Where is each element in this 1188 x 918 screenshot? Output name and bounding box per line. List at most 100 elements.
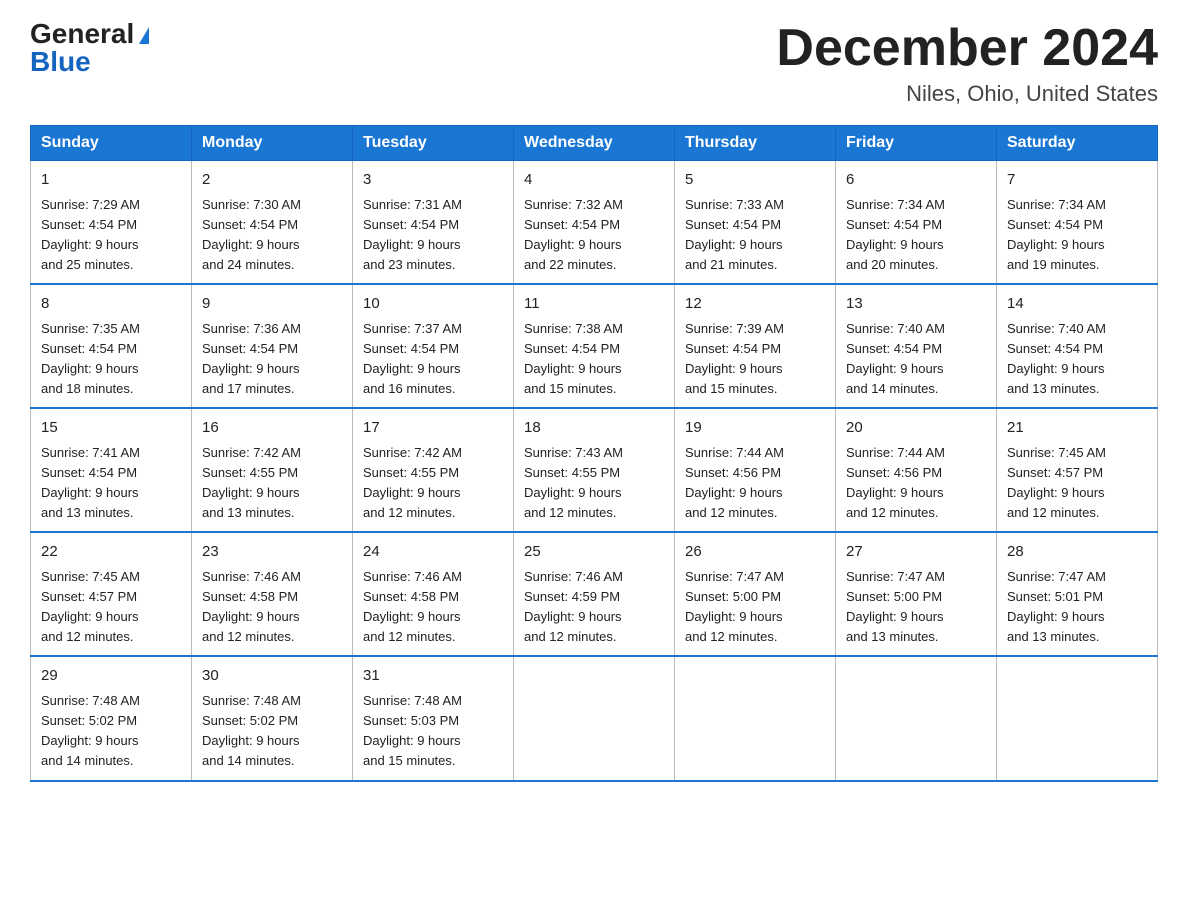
weekday-header-sunday: Sunday: [31, 126, 192, 161]
week-row-1: 1 Sunrise: 7:29 AMSunset: 4:54 PMDaylight…: [31, 161, 1158, 285]
week-row-4: 22 Sunrise: 7:45 AMSunset: 4:57 PMDayligh…: [31, 532, 1158, 656]
week-row-2: 8 Sunrise: 7:35 AMSunset: 4:54 PMDaylight…: [31, 284, 1158, 408]
day-cell-2: 2 Sunrise: 7:30 AMSunset: 4:54 PMDaylight…: [192, 161, 353, 285]
day-number: 2: [202, 169, 342, 192]
day-cell-28: 28 Sunrise: 7:47 AMSunset: 5:01 PMDayligh…: [997, 532, 1158, 656]
day-cell-27: 27Sunrise: 7:47 AMSunset: 5:00 PMDayligh…: [836, 532, 997, 656]
calendar-table: SundayMondayTuesdayWednesdayThursdayFrid…: [30, 125, 1158, 781]
day-cell-17: 17Sunrise: 7:42 AMSunset: 4:55 PMDayligh…: [353, 408, 514, 532]
day-info: Sunrise: 7:42 AMSunset: 4:55 PMDaylight:…: [202, 443, 342, 524]
day-cell-11: 11 Sunrise: 7:38 AMSunset: 4:54 PMDayligh…: [514, 284, 675, 408]
weekday-header-monday: Monday: [192, 126, 353, 161]
day-info: Sunrise: 7:45 AMSunset: 4:57 PMDaylight:…: [41, 567, 181, 648]
day-info: Sunrise: 7:48 AMSunset: 5:03 PMDaylight:…: [363, 691, 503, 772]
day-cell-31: 31 Sunrise: 7:48 AMSunset: 5:03 PMDayligh…: [353, 656, 514, 780]
day-info: Sunrise: 7:38 AMSunset: 4:54 PMDaylight:…: [524, 319, 664, 400]
day-number: 21: [1007, 417, 1147, 440]
day-info: Sunrise: 7:48 AMSunset: 5:02 PMDaylight:…: [41, 691, 181, 772]
day-cell-13: 13Sunrise: 7:40 AMSunset: 4:54 PMDayligh…: [836, 284, 997, 408]
day-cell-18: 18Sunrise: 7:43 AMSunset: 4:55 PMDayligh…: [514, 408, 675, 532]
day-info: Sunrise: 7:35 AMSunset: 4:54 PMDaylight:…: [41, 319, 181, 400]
day-info: Sunrise: 7:36 AMSunset: 4:54 PMDaylight:…: [202, 319, 342, 400]
location-title: Niles, Ohio, United States: [776, 81, 1158, 107]
day-info: Sunrise: 7:37 AMSunset: 4:54 PMDaylight:…: [363, 319, 503, 400]
day-info: Sunrise: 7:44 AMSunset: 4:56 PMDaylight:…: [685, 443, 825, 524]
day-cell-6: 6 Sunrise: 7:34 AMSunset: 4:54 PMDaylight…: [836, 161, 997, 285]
empty-cell: [997, 656, 1158, 780]
day-number: 8: [41, 293, 181, 316]
day-cell-10: 10 Sunrise: 7:37 AMSunset: 4:54 PMDayligh…: [353, 284, 514, 408]
day-info: Sunrise: 7:46 AMSunset: 4:58 PMDaylight:…: [363, 567, 503, 648]
day-number: 4: [524, 169, 664, 192]
day-cell-4: 4 Sunrise: 7:32 AMSunset: 4:54 PMDaylight…: [514, 161, 675, 285]
day-info: Sunrise: 7:32 AMSunset: 4:54 PMDaylight:…: [524, 195, 664, 276]
day-cell-14: 14Sunrise: 7:40 AMSunset: 4:54 PMDayligh…: [997, 284, 1158, 408]
day-cell-15: 15 Sunrise: 7:41 AMSunset: 4:54 PMDayligh…: [31, 408, 192, 532]
day-cell-22: 22 Sunrise: 7:45 AMSunset: 4:57 PMDayligh…: [31, 532, 192, 656]
empty-cell: [675, 656, 836, 780]
day-number: 9: [202, 293, 342, 316]
day-number: 31: [363, 665, 503, 688]
day-cell-3: 3 Sunrise: 7:31 AMSunset: 4:54 PMDaylight…: [353, 161, 514, 285]
day-number: 5: [685, 169, 825, 192]
day-number: 29: [41, 665, 181, 688]
day-info: Sunrise: 7:43 AMSunset: 4:55 PMDaylight:…: [524, 443, 664, 524]
week-row-3: 15 Sunrise: 7:41 AMSunset: 4:54 PMDayligh…: [31, 408, 1158, 532]
day-cell-7: 7Sunrise: 7:34 AMSunset: 4:54 PMDaylight…: [997, 161, 1158, 285]
day-number: 10: [363, 293, 503, 316]
day-info: Sunrise: 7:47 AMSunset: 5:01 PMDaylight:…: [1007, 567, 1147, 648]
day-info: Sunrise: 7:40 AMSunset: 4:54 PMDaylight:…: [1007, 319, 1147, 400]
day-cell-29: 29 Sunrise: 7:48 AMSunset: 5:02 PMDayligh…: [31, 656, 192, 780]
day-number: 13: [846, 293, 986, 316]
day-number: 26: [685, 541, 825, 564]
day-info: Sunrise: 7:41 AMSunset: 4:54 PMDaylight:…: [41, 443, 181, 524]
day-cell-20: 20 Sunrise: 7:44 AMSunset: 4:56 PMDayligh…: [836, 408, 997, 532]
day-number: 27: [846, 541, 986, 564]
day-cell-25: 25Sunrise: 7:46 AMSunset: 4:59 PMDayligh…: [514, 532, 675, 656]
day-info: Sunrise: 7:47 AMSunset: 5:00 PMDaylight:…: [685, 567, 825, 648]
day-info: Sunrise: 7:45 AMSunset: 4:57 PMDaylight:…: [1007, 443, 1147, 524]
day-cell-8: 8 Sunrise: 7:35 AMSunset: 4:54 PMDaylight…: [31, 284, 192, 408]
day-cell-21: 21 Sunrise: 7:45 AMSunset: 4:57 PMDayligh…: [997, 408, 1158, 532]
day-number: 6: [846, 169, 986, 192]
day-info: Sunrise: 7:48 AMSunset: 5:02 PMDaylight:…: [202, 691, 342, 772]
day-cell-9: 9 Sunrise: 7:36 AMSunset: 4:54 PMDaylight…: [192, 284, 353, 408]
day-number: 22: [41, 541, 181, 564]
day-number: 12: [685, 293, 825, 316]
day-number: 11: [524, 293, 664, 316]
day-info: Sunrise: 7:31 AMSunset: 4:54 PMDaylight:…: [363, 195, 503, 276]
logo-blue-text: Blue: [30, 48, 91, 76]
day-number: 1: [41, 169, 181, 192]
day-info: Sunrise: 7:30 AMSunset: 4:54 PMDaylight:…: [202, 195, 342, 276]
day-info: Sunrise: 7:29 AMSunset: 4:54 PMDaylight:…: [41, 195, 181, 276]
header: General Blue December 2024 Niles, Ohio, …: [30, 20, 1158, 107]
day-info: Sunrise: 7:34 AMSunset: 4:54 PMDaylight:…: [846, 195, 986, 276]
weekday-header-saturday: Saturday: [997, 126, 1158, 161]
weekday-header-row: SundayMondayTuesdayWednesdayThursdayFrid…: [31, 126, 1158, 161]
month-title: December 2024: [776, 20, 1158, 77]
day-number: 28: [1007, 541, 1147, 564]
day-number: 7: [1007, 169, 1147, 192]
day-info: Sunrise: 7:44 AMSunset: 4:56 PMDaylight:…: [846, 443, 986, 524]
day-number: 30: [202, 665, 342, 688]
empty-cell: [836, 656, 997, 780]
day-cell-24: 24 Sunrise: 7:46 AMSunset: 4:58 PMDayligh…: [353, 532, 514, 656]
day-number: 15: [41, 417, 181, 440]
weekday-header-friday: Friday: [836, 126, 997, 161]
day-cell-1: 1 Sunrise: 7:29 AMSunset: 4:54 PMDaylight…: [31, 161, 192, 285]
day-cell-5: 5Sunrise: 7:33 AMSunset: 4:54 PMDaylight…: [675, 161, 836, 285]
day-number: 20: [846, 417, 986, 440]
day-cell-30: 30 Sunrise: 7:48 AMSunset: 5:02 PMDayligh…: [192, 656, 353, 780]
day-cell-12: 12Sunrise: 7:39 AMSunset: 4:54 PMDayligh…: [675, 284, 836, 408]
day-info: Sunrise: 7:42 AMSunset: 4:55 PMDaylight:…: [363, 443, 503, 524]
day-cell-23: 23Sunrise: 7:46 AMSunset: 4:58 PMDayligh…: [192, 532, 353, 656]
day-number: 16: [202, 417, 342, 440]
day-number: 24: [363, 541, 503, 564]
day-info: Sunrise: 7:46 AMSunset: 4:58 PMDaylight:…: [202, 567, 342, 648]
day-number: 3: [363, 169, 503, 192]
empty-cell: [514, 656, 675, 780]
logo-general-text: General: [30, 20, 134, 48]
day-number: 19: [685, 417, 825, 440]
weekday-header-tuesday: Tuesday: [353, 126, 514, 161]
weekday-header-thursday: Thursday: [675, 126, 836, 161]
